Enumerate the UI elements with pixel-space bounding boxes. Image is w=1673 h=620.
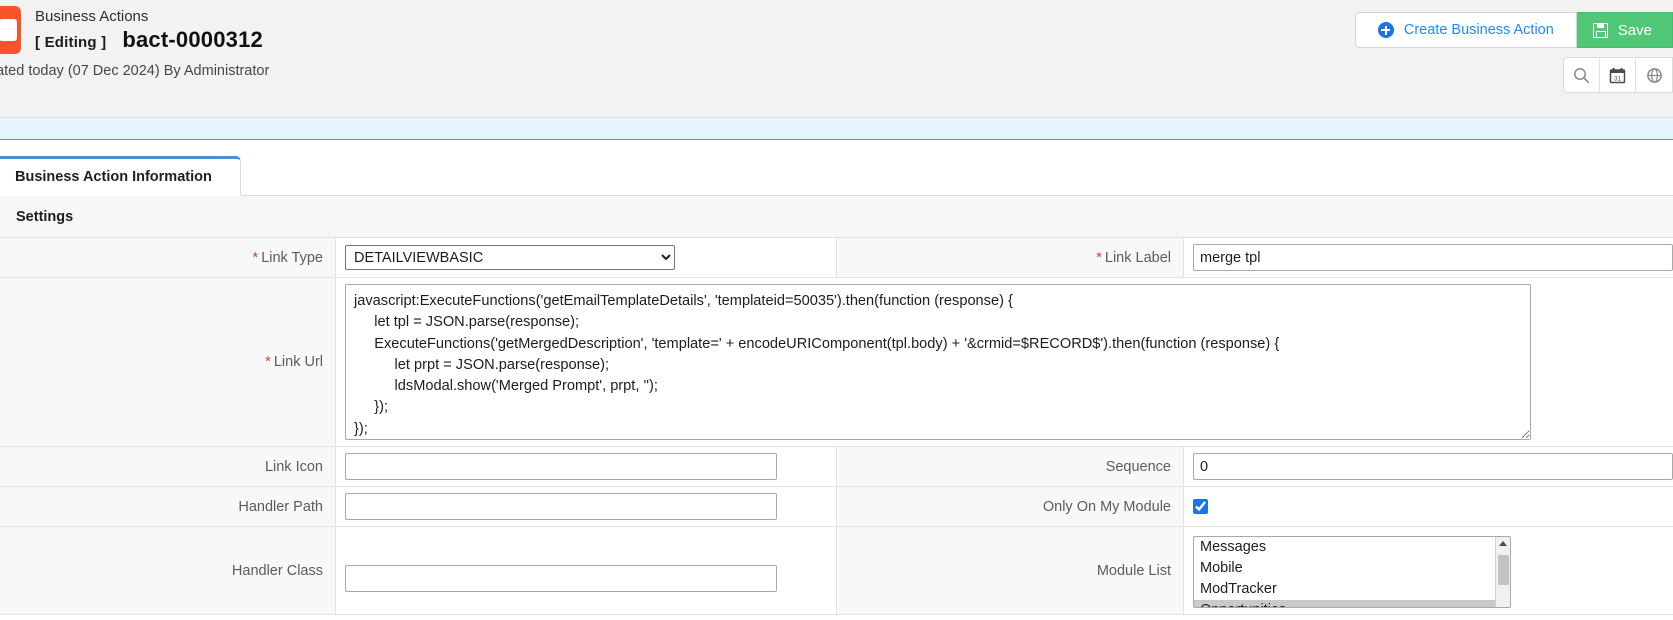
form-cell-link-label: * Link Label <box>836 238 1673 277</box>
label-link-url-text: Link Url <box>273 354 323 370</box>
module-list-scrollbar[interactable] <box>1495 537 1510 607</box>
value-sequence <box>1184 447 1673 486</box>
calendar-icon: 31 <box>1609 67 1626 83</box>
label-link-label-text: Link Label <box>1104 249 1171 266</box>
tab-business-action-information[interactable]: Business Action Information <box>0 156 241 196</box>
last-updated-text: dated today (07 Dec 2024) By Administrat… <box>0 63 270 79</box>
globe-icon <box>1646 67 1662 83</box>
section-title: Settings <box>16 208 74 225</box>
form-cell-sequence: Sequence <box>836 447 1673 486</box>
label-link-icon-text: Link Icon <box>264 458 323 475</box>
form-cell-link-type: * Link Type DETAILVIEWBASIC <box>0 238 836 277</box>
label-link-label: * Link Label <box>836 238 1184 277</box>
calendar-button[interactable]: 31 <box>1600 58 1636 92</box>
form-row-link-url: * Link Url javascript:ExecuteFunctions('… <box>0 278 1673 447</box>
module-list-option[interactable]: Messages <box>1194 537 1510 558</box>
label-module-list-text: Module List <box>1096 562 1171 579</box>
form-row-link-icon: Link Icon Sequence <box>0 447 1673 487</box>
app-header: Business Actions [ Editing ] bact-000031… <box>0 0 1673 118</box>
label-only-on-my-module: Only On My Module <box>836 487 1184 526</box>
module-list-listbox[interactable]: Messages Mobile ModTracker Opportunities <box>1193 536 1511 608</box>
search-icon <box>1574 67 1590 83</box>
label-sequence-text: Sequence <box>1105 458 1171 475</box>
value-link-url: javascript:ExecuteFunctions('getEmailTem… <box>336 278 1673 446</box>
label-handler-class-text: Handler Class <box>231 562 323 579</box>
app-logo-icon[interactable] <box>0 6 21 54</box>
svg-text:31: 31 <box>1614 75 1622 82</box>
module-list-option[interactable]: ModTracker <box>1194 579 1510 600</box>
form-row-handler-class: Handler Class Module List Messages Mobil… <box>0 527 1673 615</box>
form-row-link-type: * Link Type DETAILVIEWBASIC * Link Label <box>0 238 1673 278</box>
value-link-label <box>1184 238 1673 277</box>
value-link-type: DETAILVIEWBASIC <box>336 238 836 277</box>
search-button[interactable] <box>1564 58 1600 92</box>
create-business-action-button[interactable]: Create Business Action <box>1354 12 1577 48</box>
form-cell-module-list: Module List Messages Mobile ModTracker O… <box>836 527 1673 614</box>
sequence-input[interactable] <box>1193 453 1673 480</box>
value-handler-path <box>336 487 836 526</box>
label-only-on-my-module-text: Only On My Module <box>1042 498 1171 515</box>
value-link-icon <box>336 447 836 486</box>
value-handler-class <box>336 527 836 614</box>
label-module-list: Module List <box>836 527 1184 614</box>
breadcrumb-module[interactable]: Business Actions <box>35 8 148 25</box>
app-logo-glyph <box>0 19 17 41</box>
globe-button[interactable] <box>1636 58 1672 92</box>
header-icon-toolbar: 31 <box>1563 57 1673 93</box>
label-sequence: Sequence <box>836 447 1184 486</box>
label-link-type-text: Link Type <box>261 249 323 266</box>
form-cell-handler-path: Handler Path <box>0 487 836 526</box>
save-button-label: Save <box>1617 21 1652 39</box>
value-only-on-my-module <box>1184 487 1673 526</box>
module-list-option-selected[interactable]: Opportunities <box>1194 600 1510 607</box>
required-asterisk: * <box>265 354 271 370</box>
label-handler-path-text: Handler Path <box>238 498 323 515</box>
link-url-textarea[interactable]: javascript:ExecuteFunctions('getEmailTem… <box>345 284 1531 440</box>
module-list-option[interactable]: Mobile <box>1194 558 1510 579</box>
tab-strip: Business Action Information <box>0 140 1673 196</box>
scroll-up-arrow-icon[interactable] <box>1499 541 1507 546</box>
label-link-icon: Link Icon <box>0 447 336 486</box>
link-label-input[interactable] <box>1193 244 1673 271</box>
label-link-url: * Link Url <box>0 278 336 446</box>
form-cell-only-on-my-module: Only On My Module <box>836 487 1673 526</box>
form-cell-link-icon: Link Icon <box>0 447 836 486</box>
label-link-type: * Link Type <box>0 238 336 277</box>
form-row-handler-path: Handler Path Only On My Module <box>0 487 1673 527</box>
settings-form: * Link Type DETAILVIEWBASIC * Link Label… <box>0 238 1673 615</box>
tab-label: Business Action Information <box>15 169 212 185</box>
save-button[interactable]: Save <box>1576 12 1673 48</box>
value-module-list: Messages Mobile ModTracker Opportunities <box>1184 527 1673 614</box>
plus-circle-icon <box>1377 22 1394 38</box>
floppy-disk-icon <box>1592 22 1608 38</box>
label-handler-path: Handler Path <box>0 487 336 526</box>
link-type-select[interactable]: DETAILVIEWBASIC <box>345 245 675 270</box>
handler-path-input[interactable] <box>345 493 777 520</box>
create-business-action-label: Create Business Action <box>1403 22 1554 38</box>
header-action-buttons: Create Business Action Save <box>1354 12 1673 48</box>
link-icon-input[interactable] <box>345 453 777 480</box>
only-on-my-module-checkbox[interactable] <box>1193 499 1208 514</box>
required-asterisk: * <box>1096 249 1102 266</box>
scrollbar-thumb[interactable] <box>1498 555 1509 585</box>
required-asterisk: * <box>252 249 259 266</box>
notice-bar <box>0 118 1673 140</box>
form-cell-handler-class: Handler Class <box>0 527 836 614</box>
record-title-line: [ Editing ] bact-0000312 <box>35 27 263 53</box>
page-title: bact-0000312 <box>122 27 263 52</box>
section-header-settings: Settings <box>0 196 1673 238</box>
editing-status-tag: [ Editing ] <box>35 34 107 51</box>
handler-class-input[interactable] <box>345 565 777 592</box>
label-handler-class: Handler Class <box>0 527 336 614</box>
